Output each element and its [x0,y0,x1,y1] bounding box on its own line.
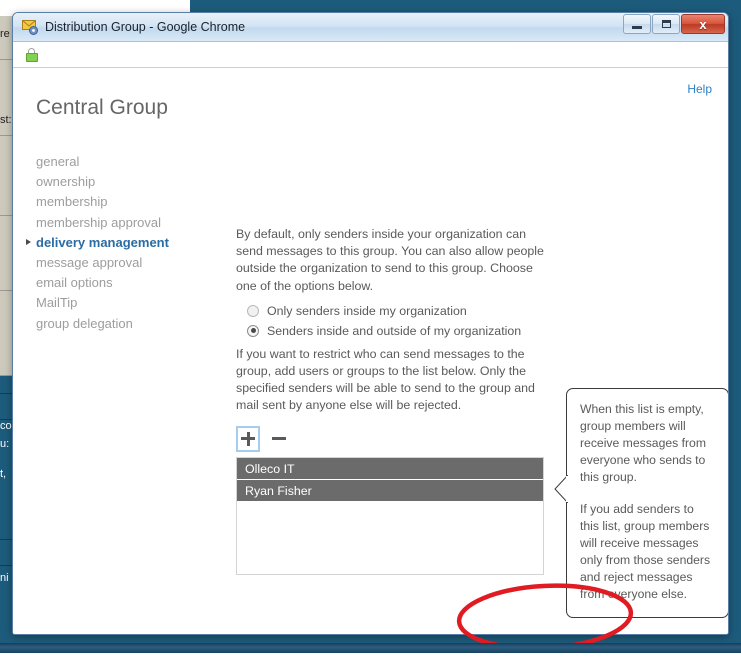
radio-option-inside-only[interactable]: Only senders inside my organization [247,301,551,321]
maximize-icon [661,20,671,28]
senders-listbox[interactable]: Olleco IT Ryan Fisher [236,456,544,575]
minimize-icon [632,25,642,29]
list-item[interactable]: Ryan Fisher [237,479,543,502]
callout-pointer [554,475,568,503]
nav-item-email-options[interactable]: email options [36,273,211,293]
list-item[interactable]: Olleco IT [237,457,543,480]
background-text-fragment: st: [0,114,12,126]
window-titlebar[interactable]: Distribution Group - Google Chrome x [13,13,728,42]
taskbar-strip [0,643,741,653]
remove-sender-button[interactable] [267,426,291,452]
distribution-group-window: Distribution Group - Google Chrome x Hel… [12,12,729,635]
add-sender-button[interactable] [236,425,260,452]
nav-item-membership[interactable]: membership [36,192,211,212]
distribution-group-icon [22,19,38,35]
close-icon: x [699,16,707,32]
nav-item-label: delivery management [36,234,169,250]
settings-nav: general ownership membership membership … [26,152,211,334]
ssl-lock-icon [25,47,38,62]
senders-list-toolbar [236,425,551,453]
browser-toolbar [13,42,728,68]
nav-item-label: group delegation [36,315,133,331]
nav-item-message-approval[interactable]: message approval [36,253,211,273]
background-text-fragment: u: [0,438,10,450]
nav-item-label: general [36,154,80,169]
nav-item-general[interactable]: general [36,152,211,172]
radio-option-label: Senders inside and outside of my organiz… [267,323,522,338]
maximize-button[interactable] [652,14,680,34]
minimize-button[interactable] [623,14,651,34]
background-text-fragment: re [0,28,10,40]
chevron-right-icon [26,238,31,245]
plus-icon [241,431,255,446]
radio-option-label: Only senders inside my organization [267,303,467,318]
nav-item-label: membership [36,194,108,210]
nav-item-delivery-management[interactable]: delivery management [26,233,211,253]
window-controls: x [622,14,725,34]
radio-option-inside-and-outside[interactable]: Senders inside and outside of my organiz… [247,321,551,341]
help-link[interactable]: Help [687,82,712,96]
nav-item-label: membership approval [36,214,162,230]
nav-item-label: email options [36,275,113,291]
intro-paragraph: By default, only senders inside your org… [236,227,544,293]
background-text-fragment: co [0,420,12,432]
nav-item-ownership[interactable]: ownership [36,172,211,192]
nav-item-group-delegation[interactable]: group delegation [36,314,211,334]
nav-item-membership-approval[interactable]: membership approval [36,213,211,233]
sender-restriction-radio-group: Only senders inside my organization Send… [247,301,551,341]
nav-item-label: MailTip [36,295,78,311]
background-text-fragment: t, [0,468,7,480]
nav-item-mailtip[interactable]: MailTip [36,293,211,313]
page-title: Central Group [36,96,168,119]
nav-item-label: ownership [36,174,96,190]
restrict-paragraph: If you want to restrict who can send mes… [236,346,535,413]
radio-button-checked-icon[interactable] [247,324,259,337]
page-content: Help Central Group general ownership mem… [13,68,728,634]
nav-item-label: message approval [36,255,143,271]
callout-paragraph-1: When this list is empty, group members w… [580,402,706,484]
radio-button-unchecked-icon[interactable] [247,304,259,317]
close-button[interactable]: x [681,14,725,34]
callout-paragraph-2: If you add senders to this list, group m… [580,502,711,601]
delivery-management-panel: By default, only senders inside your org… [236,226,551,575]
window-title: Distribution Group - Google Chrome [45,20,246,34]
background-text-fragment: ni [0,572,9,584]
info-callout: When this list is empty, group members w… [554,388,728,618]
minus-icon [272,437,286,441]
